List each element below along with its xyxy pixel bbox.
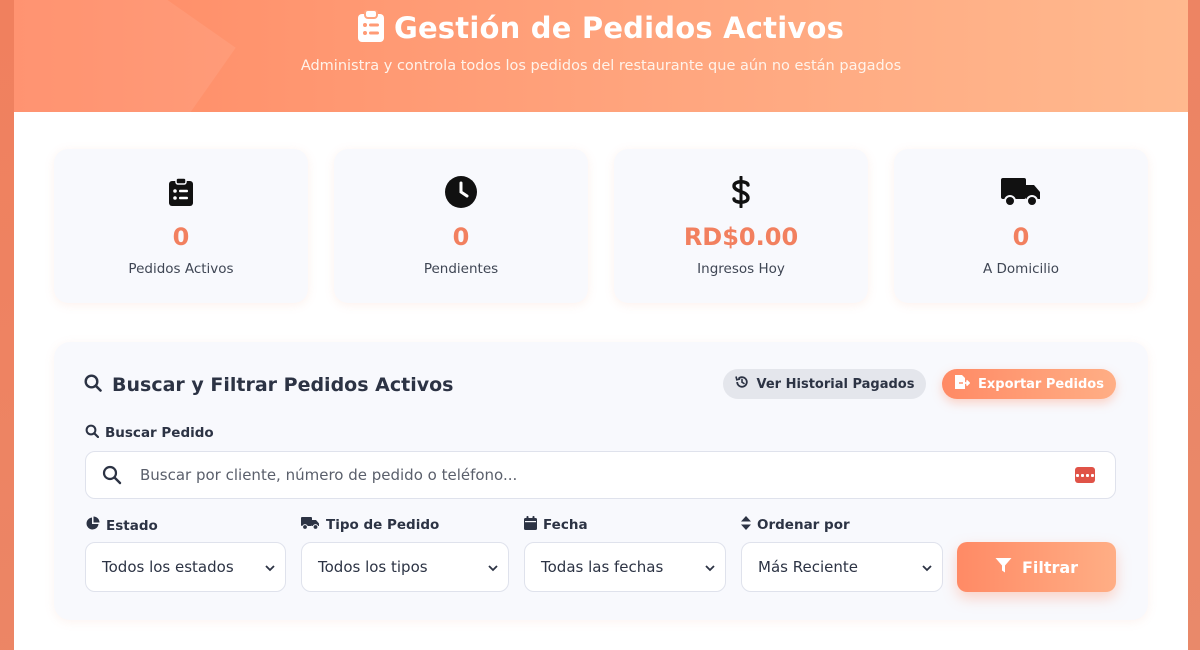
estado-select[interactable]: Todos los estados <box>85 542 286 592</box>
clock-icon <box>445 176 477 208</box>
search-icon <box>85 424 100 442</box>
stat-label: Pedidos Activos <box>128 261 234 277</box>
orden-select[interactable]: Más Reciente <box>741 542 943 592</box>
view-history-button[interactable]: Ver Historial Pagados <box>723 369 926 399</box>
orden-label-text: Ordenar por <box>757 517 850 533</box>
stat-value: 0 <box>1012 223 1030 251</box>
stat-card-ingresos-hoy: RD$0.00 Ingresos Hoy <box>614 149 868 303</box>
chevron-down-icon <box>265 558 275 576</box>
fecha-label-text: Fecha <box>543 517 588 533</box>
search-label-text: Buscar Pedido <box>105 425 214 441</box>
view-history-label: Ver Historial Pagados <box>756 376 915 392</box>
truck-icon <box>1001 177 1041 207</box>
calendar-icon <box>524 516 537 534</box>
fecha-select-value: Todas las fechas <box>541 558 664 576</box>
estado-label-text: Estado <box>106 517 158 534</box>
clipboard-list-icon <box>357 9 384 46</box>
search-input[interactable] <box>140 466 1075 484</box>
page-title: Gestión de Pedidos Activos <box>393 11 845 45</box>
page-header: Gestión de Pedidos Activos Administra y … <box>14 0 1188 112</box>
fecha-label: Fecha <box>524 516 588 534</box>
orden-select-value: Más Reciente <box>758 558 858 576</box>
stat-value: 0 <box>452 223 470 251</box>
dollar-icon <box>731 176 751 208</box>
search-label: Buscar Pedido <box>85 424 214 442</box>
stats-row: 0 Pedidos Activos 0 Pendientes RD$0.00 I <box>54 149 1148 303</box>
truck-icon <box>301 516 320 534</box>
file-export-icon <box>954 374 971 394</box>
sort-icon <box>741 516 751 534</box>
tipo-select[interactable]: Todos los tipos <box>301 542 509 592</box>
estado-label: Estado <box>85 516 158 535</box>
filter-label: Filtrar <box>1021 557 1079 577</box>
main-content: 0 Pedidos Activos 0 Pendientes RD$0.00 I <box>14 112 1188 650</box>
search-icon <box>84 374 102 396</box>
fecha-select[interactable]: Todas las fechas <box>524 542 726 592</box>
stat-card-a-domicilio: 0 A Domicilio <box>894 149 1148 303</box>
stat-card-pendientes: 0 Pendientes <box>334 149 588 303</box>
page-subtitle: Administra y controla todos los pedidos … <box>300 58 902 74</box>
stat-value: RD$0.00 <box>683 223 799 251</box>
history-icon <box>734 375 749 393</box>
tipo-label-text: Tipo de Pedido <box>326 517 440 533</box>
stat-label: A Domicilio <box>982 261 1060 277</box>
panel-title: Buscar y Filtrar Pedidos Activos <box>84 374 453 396</box>
search-icon <box>102 465 122 485</box>
export-label: Exportar Pedidos <box>978 376 1104 392</box>
tipo-label: Tipo de Pedido <box>301 516 439 534</box>
estado-select-value: Todos los estados <box>102 558 234 576</box>
export-button[interactable]: Exportar Pedidos <box>942 369 1116 399</box>
filter-icon <box>995 557 1012 578</box>
keyboard-icon[interactable] <box>1075 467 1095 483</box>
stat-card-pedidos-activos: 0 Pedidos Activos <box>54 149 308 303</box>
chevron-down-icon <box>488 558 498 576</box>
chart-pie-icon <box>85 516 100 535</box>
stat-label: Pendientes <box>423 261 499 277</box>
filter-button[interactable]: Filtrar <box>957 542 1116 592</box>
stat-label: Ingresos Hoy <box>697 261 785 277</box>
clipboard-list-icon <box>169 177 193 207</box>
chevron-down-icon <box>705 558 715 576</box>
stat-value: 0 <box>172 223 190 251</box>
orden-label: Ordenar por <box>741 516 850 534</box>
filter-panel: Buscar y Filtrar Pedidos Activos Ver His… <box>54 342 1148 620</box>
panel-title-text: Buscar y Filtrar Pedidos Activos <box>112 374 454 396</box>
chevron-down-icon <box>922 558 932 576</box>
title-row: Gestión de Pedidos Activos <box>14 9 1188 46</box>
tipo-select-value: Todos los tipos <box>318 558 428 576</box>
search-box[interactable] <box>85 451 1116 499</box>
